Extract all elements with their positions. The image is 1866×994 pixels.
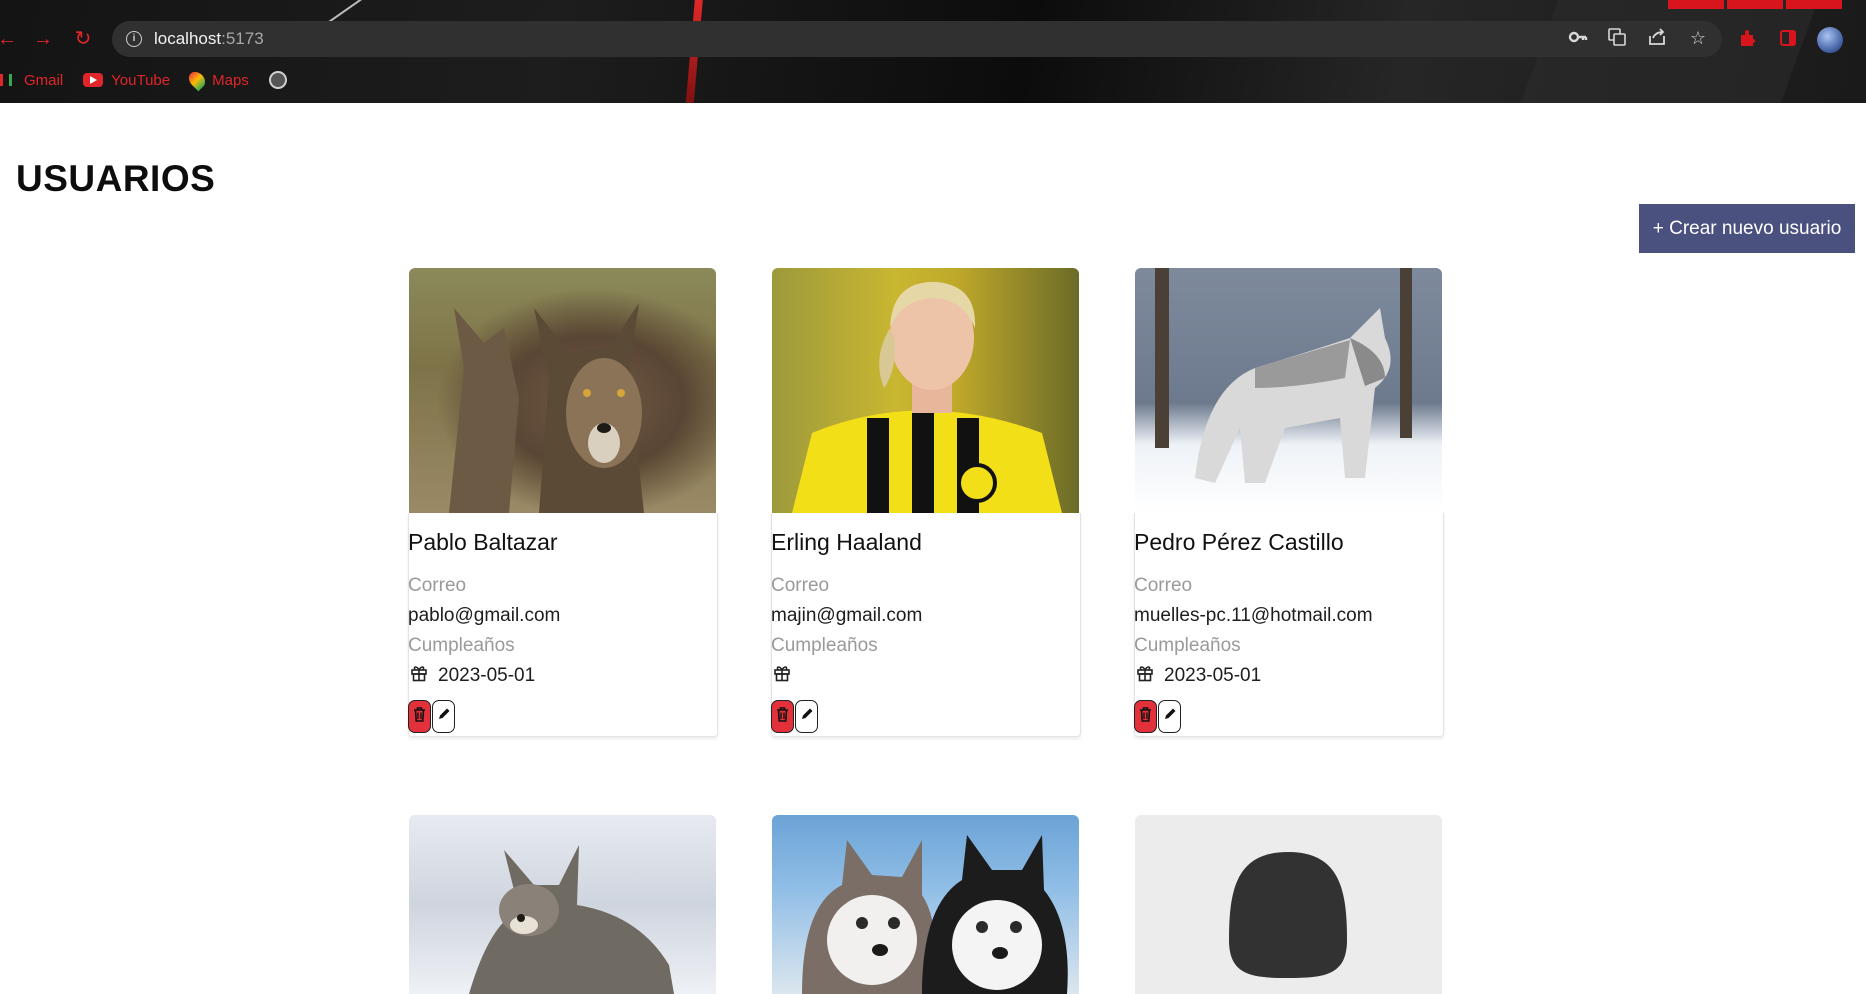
youtube-icon	[83, 73, 104, 87]
window-control[interactable]	[1727, 0, 1783, 9]
url-host: localhost	[154, 29, 222, 48]
bookmark-label: Gmail	[24, 71, 64, 89]
email-label: Correo	[1134, 575, 1193, 596]
window-control[interactable]	[1786, 0, 1842, 9]
trash-icon	[413, 706, 426, 727]
browser-chrome: ← → ↻ i localhost:5173 ☆ Gmail YouTube M…	[0, 0, 1866, 103]
bookmarks-bar: Gmail YouTube Maps	[0, 68, 307, 92]
delete-button[interactable]	[771, 700, 794, 733]
extension-icon[interactable]	[1739, 29, 1757, 47]
share-icon[interactable]	[1646, 27, 1668, 49]
user-birthday: 2023-05-01	[1164, 665, 1262, 686]
pencil-icon	[437, 707, 451, 726]
avatar-silhouette-icon	[1229, 852, 1347, 978]
window-control[interactable]	[1668, 0, 1724, 9]
email-label: Correo	[771, 575, 830, 596]
site-info-icon[interactable]: i	[126, 31, 142, 47]
page-title: USUARIOS	[16, 158, 216, 199]
edit-button[interactable]	[432, 700, 455, 733]
bookmark-label: YouTube	[111, 71, 171, 89]
birthday-label: Cumpleaños	[771, 635, 878, 656]
reload-icon[interactable]: ↻	[70, 26, 96, 52]
user-photo	[772, 268, 1079, 513]
bookmark-youtube[interactable]: YouTube	[83, 72, 170, 89]
address-bar[interactable]: i localhost:5173	[112, 21, 1722, 57]
birthday-label: Cumpleaños	[1134, 635, 1241, 656]
edit-button[interactable]	[795, 700, 818, 733]
translate-icon[interactable]	[1606, 27, 1628, 49]
pencil-icon	[1163, 707, 1177, 726]
url-port: :5173	[221, 29, 264, 48]
globe-icon	[268, 71, 287, 89]
user-email: pablo@gmail.com	[408, 605, 561, 626]
edit-button[interactable]	[1158, 700, 1181, 733]
user-photo	[409, 815, 716, 994]
delete-button[interactable]	[408, 700, 431, 733]
email-label: Correo	[408, 575, 467, 596]
side-panel-icon[interactable]	[1779, 29, 1797, 47]
user-email: muelles-pc.11@hotmail.com	[1134, 605, 1373, 626]
delete-button[interactable]	[1134, 700, 1157, 733]
profile-avatar[interactable]	[1817, 27, 1843, 53]
forward-icon[interactable]: →	[30, 26, 56, 52]
user-email: majin@gmail.com	[771, 605, 923, 626]
user-photo	[409, 268, 716, 513]
bookmark-maps[interactable]: Maps	[185, 68, 249, 92]
url-text[interactable]: localhost:5173	[154, 29, 264, 49]
user-name: Erling Haaland	[771, 529, 922, 555]
trash-icon	[776, 706, 789, 727]
bookmark-globe[interactable]	[268, 71, 287, 89]
default-avatar-photo	[1135, 815, 1442, 994]
user-photo	[772, 815, 1079, 994]
bookmark-gmail[interactable]: Gmail	[0, 72, 63, 89]
gift-icon	[1136, 664, 1154, 687]
bookmark-star-icon[interactable]: ☆	[1687, 27, 1709, 49]
user-photo	[1135, 268, 1442, 513]
birthday-label: Cumpleaños	[408, 635, 515, 656]
back-icon[interactable]: ←	[0, 26, 20, 52]
user-name: Pablo Baltazar	[408, 529, 558, 555]
gift-icon	[410, 664, 428, 687]
key-icon[interactable]	[1567, 27, 1589, 49]
create-user-button[interactable]: + Crear nuevo usuario	[1639, 204, 1855, 253]
pencil-icon	[800, 707, 814, 726]
trash-icon	[1139, 706, 1152, 727]
gmail-icon	[0, 74, 12, 86]
bookmark-label: Maps	[212, 71, 249, 89]
user-name: Pedro Pérez Castillo	[1134, 529, 1344, 555]
user-birthday: 2023-05-01	[438, 665, 536, 686]
gift-icon	[773, 664, 791, 687]
maps-icon	[185, 68, 209, 92]
